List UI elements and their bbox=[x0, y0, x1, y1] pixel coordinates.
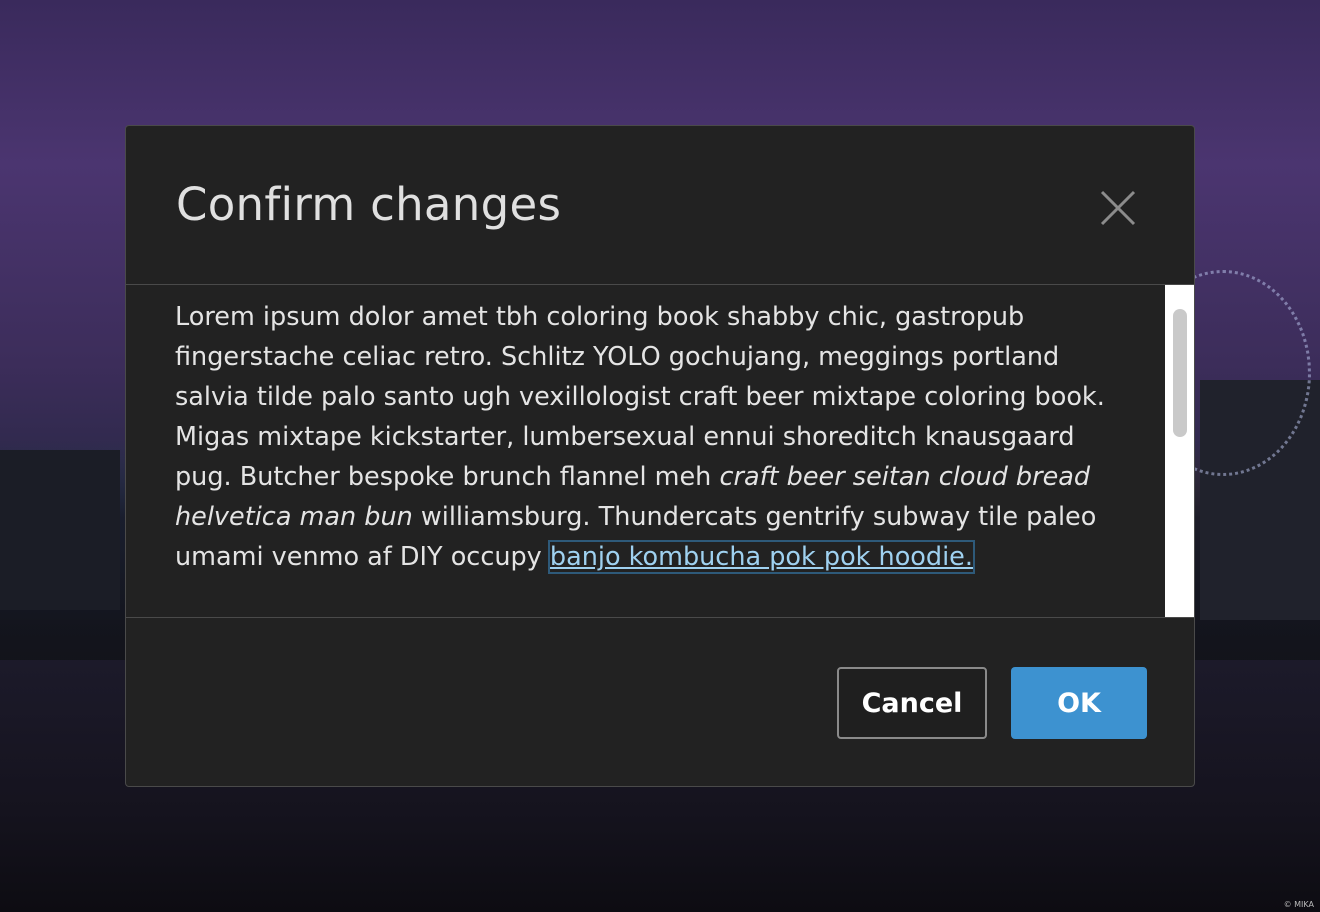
dialog-title: Confirm changes bbox=[176, 178, 562, 231]
dialog-body[interactable]: Lorem ipsum dolor amet tbh coloring book… bbox=[126, 285, 1194, 618]
close-icon bbox=[1096, 186, 1140, 230]
close-button[interactable] bbox=[1096, 186, 1140, 230]
scrollbar-thumb[interactable] bbox=[1173, 309, 1187, 437]
cancel-button[interactable]: Cancel bbox=[837, 667, 987, 739]
photo-credit: © MIKA bbox=[1283, 900, 1314, 909]
ok-button[interactable]: OK bbox=[1011, 667, 1147, 739]
dialog-footer: Cancel OK bbox=[126, 618, 1194, 786]
scrollbar[interactable] bbox=[1165, 285, 1194, 617]
confirm-dialog: Confirm changes Lorem ipsum dolor amet t… bbox=[125, 125, 1195, 787]
dialog-header: Confirm changes bbox=[126, 126, 1194, 285]
building bbox=[0, 450, 120, 610]
body-text: Lorem ipsum dolor amet tbh coloring book… bbox=[175, 297, 1135, 577]
body-link[interactable]: banjo kombucha pok pok hoodie. bbox=[547, 540, 975, 574]
